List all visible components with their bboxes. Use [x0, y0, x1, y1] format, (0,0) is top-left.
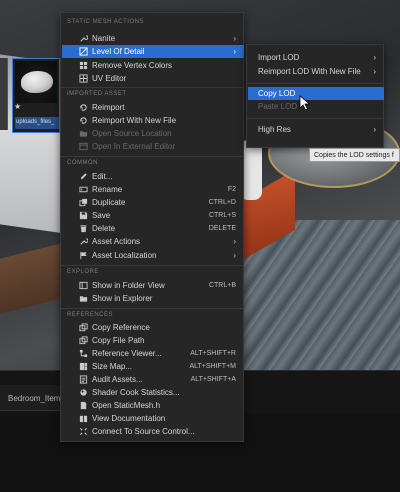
section-common: COMMON — [67, 160, 98, 166]
menu-item-edit[interactable]: Edit... — [62, 170, 244, 183]
chevron-right-icon: › — [233, 251, 236, 260]
menu-item-copy-reference[interactable]: Copy Reference — [62, 321, 244, 334]
menu-item-reimport[interactable]: Reimport — [62, 101, 244, 114]
menu-item-save[interactable]: Save CTRL+S — [62, 209, 244, 222]
section-divider — [61, 156, 243, 157]
menu-item-open-staticmesh-h[interactable]: Open StaticMesh.h — [62, 399, 244, 412]
menu-item-copy-file-path[interactable]: Copy File Path — [62, 334, 244, 347]
save-icon — [76, 209, 90, 222]
reimport-icon — [76, 114, 90, 127]
chevron-right-icon: › — [233, 237, 236, 246]
menu-item-shader-cook-statistics[interactable]: Shader Cook Statistics... — [62, 386, 244, 399]
static-mesh-preview — [21, 71, 53, 93]
menu-item-asset-localization[interactable]: Asset Localization › — [62, 249, 244, 262]
duplicate-icon — [76, 196, 90, 209]
asset-thumbnail — [15, 61, 57, 103]
shortcut-reference-viewer: ALT+SHIFT+R — [190, 350, 236, 357]
menu-item-duplicate[interactable]: Duplicate CTRL+D — [62, 196, 244, 209]
asset-tile-partial[interactable] — [0, 58, 8, 130]
submenu-item-copy-lod[interactable]: Copy LOD — [248, 87, 384, 100]
wrench-icon — [76, 235, 90, 248]
submenu-item-import-lod[interactable]: Import LOD › — [248, 51, 384, 64]
section-references: REFERENCES — [67, 312, 114, 318]
asset-tile-selected[interactable]: ★ uploads_files_ — [12, 58, 60, 133]
favorite-star-icon[interactable]: ★ — [14, 103, 22, 111]
copy-icon — [76, 321, 90, 334]
level-of-detail-submenu: Import LOD › Reimport LOD With New File … — [246, 44, 384, 148]
folder-icon — [76, 127, 90, 140]
asset-tile-label: uploads_files_ — [15, 117, 59, 129]
shortcut-audit-assets: ALT+SHIFT+A — [190, 376, 236, 383]
menu-item-open-in-external-editor[interactable]: Open In External Editor — [62, 140, 244, 153]
section-static-mesh-actions: STATIC MESH ACTIONS — [67, 19, 144, 25]
chevron-right-icon: › — [373, 53, 376, 62]
wrench-icon — [76, 32, 90, 45]
section-explore: EXPLORE — [67, 269, 99, 275]
external-editor-icon — [76, 140, 90, 153]
menu-item-delete[interactable]: Delete DELETE — [62, 222, 244, 235]
palette-icon — [76, 59, 90, 72]
menu-item-uv-editor[interactable]: UV Editor — [62, 72, 244, 85]
menu-item-show-in-explorer[interactable]: Show in Explorer — [62, 292, 244, 305]
asset-context-menu: STATIC MESH ACTIONS Nanite › Level Of De… — [60, 12, 244, 442]
audit-icon — [76, 373, 90, 386]
chevron-right-icon: › — [373, 67, 376, 76]
shortcut-delete: DELETE — [208, 225, 236, 232]
section-divider — [61, 265, 243, 266]
submenu-divider — [247, 83, 383, 84]
lod-icon — [76, 45, 90, 58]
folder-icon — [76, 292, 90, 305]
section-imported-asset: IMPORTED ASSET — [67, 91, 127, 97]
mouse-cursor-icon — [299, 95, 311, 111]
shortcut-save: CTRL+S — [208, 212, 236, 219]
reference-viewer-icon — [76, 347, 90, 360]
code-file-icon — [76, 399, 90, 412]
copy-lod-tooltip: Copies the LOD settings f — [309, 148, 400, 162]
menu-item-rename[interactable]: Rename F2 — [62, 183, 244, 196]
size-map-icon — [76, 360, 90, 373]
shortcut-rename: F2 — [227, 186, 236, 193]
menu-item-size-map[interactable]: Size Map... ALT+SHIFT+M — [62, 360, 244, 373]
submenu-divider — [247, 118, 383, 119]
menu-item-nanite[interactable]: Nanite › — [62, 32, 244, 45]
menu-item-remove-vertex-colors[interactable]: Remove Vertex Colors — [62, 59, 244, 72]
rename-icon — [76, 183, 90, 196]
menu-item-connect-to-source-control[interactable]: Connect To Source Control... — [62, 425, 244, 438]
chevron-right-icon: › — [373, 125, 376, 134]
menu-item-audit-assets[interactable]: Audit Assets... ALT+SHIFT+A — [62, 373, 244, 386]
submenu-item-paste-lod[interactable]: Paste LOD — [248, 100, 384, 113]
shortcut-duplicate: CTRL+D — [208, 199, 236, 206]
menu-item-reference-viewer[interactable]: Reference Viewer... ALT+SHIFT+R — [62, 347, 244, 360]
pencil-icon — [76, 170, 90, 183]
flag-icon — [76, 249, 90, 262]
copy-icon — [76, 334, 90, 347]
menu-item-level-of-detail[interactable]: Level Of Detail › — [62, 45, 244, 58]
submenu-item-reimport-lod-with-new-file[interactable]: Reimport LOD With New File › — [248, 65, 384, 78]
menu-item-open-source-location[interactable]: Open Source Location — [62, 127, 244, 140]
menu-item-show-in-folder-view[interactable]: Show in Folder View CTRL+B — [62, 279, 244, 292]
trash-icon — [76, 222, 90, 235]
folder-view-icon — [76, 279, 90, 292]
section-divider — [61, 308, 243, 309]
section-divider — [61, 87, 243, 88]
submenu-item-high-res[interactable]: High Res › — [248, 123, 384, 136]
documentation-icon — [76, 412, 90, 425]
shader-icon — [76, 386, 90, 399]
menu-item-asset-actions[interactable]: Asset Actions › — [62, 235, 244, 248]
reimport-icon — [76, 101, 90, 114]
shortcut-size-map: ALT+SHIFT+M — [189, 363, 236, 370]
uv-grid-icon — [76, 72, 90, 85]
menu-item-view-documentation[interactable]: View Documentation — [62, 412, 244, 425]
shortcut-show-in-folder-view: CTRL+B — [208, 282, 236, 289]
menu-item-reimport-with-new-file[interactable]: Reimport With New File — [62, 114, 244, 127]
source-control-icon — [76, 425, 90, 438]
chevron-right-icon: › — [233, 47, 236, 56]
chevron-right-icon: › — [233, 34, 236, 43]
